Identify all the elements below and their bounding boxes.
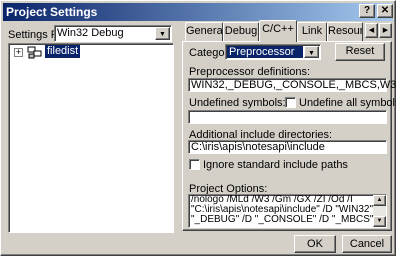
project-options-line: "_DEBUG" /D "_CONSOLE" /D "_MBCS" /D "W3… [191,214,386,225]
tab-scroll-right[interactable]: ▶ [379,23,392,38]
expand-icon[interactable]: + [14,48,23,57]
chevron-right-icon: ▶ [382,27,389,34]
ignore-standard-paths-label: Ignore standard include paths [203,159,348,171]
preprocessor-definitions-input[interactable]: WIN32,_DEBUG,_CONSOLE,_MBCS,W32 [188,78,396,92]
scroll-up-icon[interactable]: ▲ [373,195,386,206]
chevron-down-icon[interactable]: ▼ [304,46,319,58]
scroll-down-icon[interactable]: ▼ [373,216,386,227]
tab-debug[interactable]: Debug [223,22,259,41]
project-settings-dialog: Project Settings ? ✕ Settings For: Win32… [0,0,396,256]
tab-general[interactable]: General [185,22,223,41]
include-directories-input[interactable]: C:\iris\apis\notesapi\include [188,140,387,154]
tab-cpp[interactable]: C/C++ [259,20,297,42]
tab-scroll-left[interactable]: ◀ [365,23,378,38]
tree-item-filedist[interactable]: filedist [45,45,81,58]
project-options-textarea[interactable]: /nologo /MLd /W3 /Gm /GX /ZI /Od /I "C:\… [188,194,387,228]
close-button[interactable]: ✕ [377,4,393,18]
preprocessor-definitions-label: Preprocessor definitions: [189,66,311,78]
tab-resources[interactable]: Resourc [327,22,363,41]
include-directories-value: C:\iris\apis\notesapi\include [191,141,325,153]
ok-button[interactable]: OK [294,235,336,253]
settings-for-dropdown[interactable]: Win32 Debug ▼ [54,25,172,42]
reset-button[interactable]: Reset [335,43,385,61]
undefine-all-symbols-checkbox[interactable] [285,97,296,108]
settings-for-value: Win32 Debug [57,27,124,39]
help-button[interactable]: ? [359,4,375,18]
chevron-left-icon: ◀ [368,27,375,34]
undefined-symbols-label: Undefined symbols: [189,97,286,109]
undefine-all-symbols-label: Undefine all symbols [299,97,396,109]
project-icon [27,46,42,59]
title-bar[interactable]: Project Settings [3,3,393,21]
tab-panel-cpp: Category: Preprocessor ▼ Reset Preproces… [182,41,396,231]
close-icon: ✕ [380,5,390,16]
options-scrollbar[interactable]: ▲ ▼ [373,195,386,227]
window-title: Project Settings [6,5,98,19]
question-icon: ? [363,5,371,16]
category-value: Preprocessor [227,46,303,58]
undefined-symbols-input[interactable] [188,110,387,124]
project-tree[interactable]: + filedist [8,43,174,233]
ignore-standard-paths-checkbox[interactable] [189,159,200,170]
category-dropdown[interactable]: Preprocessor ▼ [225,44,321,60]
preprocessor-definitions-value: WIN32,_DEBUG,_CONSOLE,_MBCS,W32 [191,79,396,91]
tab-link[interactable]: Link [297,22,327,41]
chevron-down-icon[interactable]: ▼ [155,27,170,40]
cancel-button[interactable]: Cancel [342,235,392,253]
